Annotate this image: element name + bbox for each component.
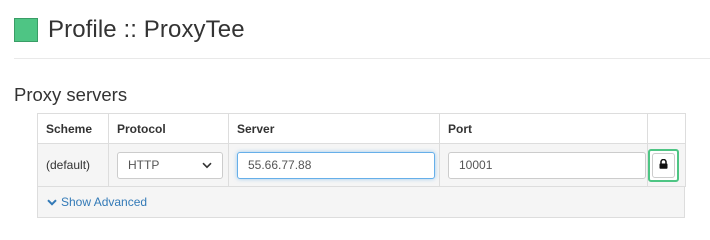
table-row: (default) HTTP	[37, 143, 686, 187]
server-input[interactable]	[237, 151, 435, 179]
show-advanced-label: Show Advanced	[61, 195, 148, 209]
header-divider	[14, 58, 710, 59]
protocol-cell: HTTP	[108, 143, 229, 187]
lock-button[interactable]	[652, 152, 675, 178]
protocol-select[interactable]: HTTP	[117, 151, 223, 179]
section-title: Proxy servers	[14, 84, 128, 105]
chevron-down-icon	[47, 198, 57, 206]
profile-color-swatch	[14, 18, 38, 42]
show-advanced-link[interactable]: Show Advanced	[47, 195, 147, 209]
proxy-servers-table: Scheme Protocol Server Port (default) HT…	[37, 113, 686, 187]
page: Profile :: ProxyTee Proxy servers Scheme…	[0, 0, 710, 236]
port-cell	[439, 143, 648, 187]
column-header-actions	[647, 113, 686, 144]
lock-cell	[647, 143, 686, 187]
lock-button-highlight	[648, 148, 679, 182]
port-input[interactable]	[448, 151, 646, 179]
scheme-cell: (default)	[37, 143, 109, 187]
table-header-row: Scheme Protocol Server Port	[37, 113, 686, 144]
chevron-down-icon	[202, 162, 212, 169]
protocol-select-value: HTTP	[128, 157, 160, 172]
column-header-port: Port	[439, 113, 648, 144]
column-header-server: Server	[228, 113, 440, 144]
column-header-scheme: Scheme	[37, 113, 109, 144]
lock-icon	[659, 158, 668, 172]
column-header-protocol: Protocol	[108, 113, 229, 144]
page-title: Profile :: ProxyTee	[48, 16, 245, 43]
server-cell	[228, 143, 440, 187]
page-header: Profile :: ProxyTee	[14, 14, 245, 46]
